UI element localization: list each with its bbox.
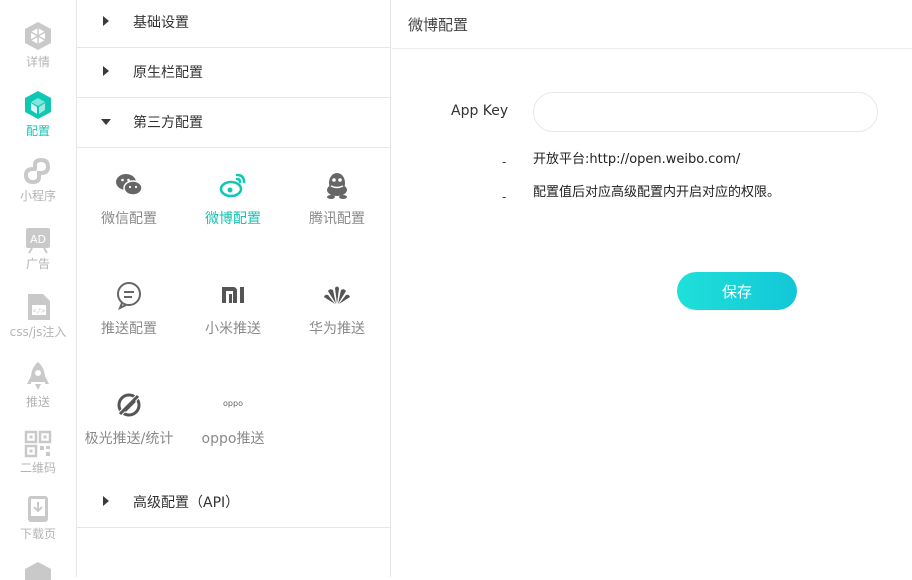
grid-item-label: 腾讯配置 <box>309 211 365 227</box>
app-key-label: App Key <box>451 103 509 119</box>
cube-solid-icon <box>25 91 51 119</box>
app-key-input[interactable] <box>533 92 878 132</box>
rail-item-label: 推送 <box>25 395 50 409</box>
section-label: 原生栏配置 <box>133 65 203 81</box>
hint-bullet: - <box>502 190 507 204</box>
section-third-party[interactable]: 第三方配置 <box>77 98 390 148</box>
rocket-icon <box>27 362 49 390</box>
oppo-logo-text: oppo <box>223 399 243 408</box>
rail-item-config[interactable]: 配置 <box>0 89 76 139</box>
rail-item-label: 详情 <box>25 55 50 69</box>
rail-item-download[interactable]: 下载页 <box>0 494 76 542</box>
grid-item-label: oppo推送 <box>201 431 265 447</box>
platform-hint: 开放平台:http://open.weibo.com/ <box>533 152 741 167</box>
miniapp-icon <box>23 157 51 184</box>
grid-item-oppo[interactable]: oppo oppo推送 <box>181 390 285 448</box>
grid-item-label: 极光推送/统计 <box>84 431 174 447</box>
rail-item-label: css/js注入 <box>9 325 67 339</box>
rail-item-ad[interactable]: AD 广告 <box>0 224 76 272</box>
code-file-icon: </> <box>28 294 50 320</box>
title-divider <box>392 48 912 49</box>
xiaomi-icon <box>222 287 244 303</box>
caret-right-icon <box>103 66 109 76</box>
grid-item-xiaomi[interactable]: 小米推送 <box>181 280 285 338</box>
grid-item-huawei[interactable]: 华为推送 <box>285 280 389 338</box>
cube-outline-icon <box>25 562 51 580</box>
grid-item-label: 小米推送 <box>205 321 261 337</box>
icon-rail: 详情 配置 小程序 AD 广告 </> css/js注入 推送 二维码 下载页 <box>0 0 77 580</box>
config-menu-panel: 基础设置 原生栏配置 第三方配置 微信配置 微博配置 腾讯配置 推送配置 小米推… <box>77 0 391 577</box>
oppo-icon: oppo <box>223 399 243 408</box>
huawei-icon <box>324 286 350 304</box>
wechat-icon <box>116 174 143 196</box>
hint-bullet: - <box>502 155 507 169</box>
section-label: 高级配置（API） <box>133 495 240 511</box>
svg-text:</>: </> <box>33 307 46 315</box>
section-basic-settings[interactable]: 基础设置 <box>77 0 390 48</box>
chat-bubble-icon <box>117 282 141 310</box>
rail-item-label: 配置 <box>25 124 50 138</box>
save-button[interactable]: 保存 <box>677 272 797 310</box>
caret-right-icon <box>103 496 109 506</box>
ad-icon: AD <box>26 228 50 254</box>
grid-item-label: 微博配置 <box>205 211 261 227</box>
grid-item-label: 微信配置 <box>101 211 157 227</box>
grid-item-qq[interactable]: 腾讯配置 <box>285 170 389 228</box>
grid-item-label: 华为推送 <box>309 321 365 337</box>
jpush-icon <box>117 393 141 417</box>
section-native-bar[interactable]: 原生栏配置 <box>77 48 390 98</box>
grid-item-weibo[interactable]: 微博配置 <box>181 170 285 228</box>
section-advanced-api[interactable]: 高级配置（API） <box>77 478 390 528</box>
download-page-icon <box>28 496 48 522</box>
grid-item-label: 推送配置 <box>101 321 157 337</box>
rail-item-label: 下载页 <box>19 527 56 541</box>
section-label: 基础设置 <box>133 15 189 31</box>
rail-item-more[interactable] <box>0 560 76 580</box>
grid-item-push-config[interactable]: 推送配置 <box>77 280 181 338</box>
rail-item-label: 小程序 <box>19 189 56 203</box>
weibo-config-form: 微博配置 App Key - 开放平台:http://open.weibo.co… <box>392 0 912 577</box>
rail-item-label: 二维码 <box>19 461 56 475</box>
rail-item-label: 广告 <box>25 257 50 271</box>
section-label: 第三方配置 <box>133 115 203 131</box>
page-title: 微博配置 <box>408 16 469 34</box>
rail-item-details[interactable]: 详情 <box>0 20 76 70</box>
qq-icon <box>327 173 347 199</box>
grid-item-wechat[interactable]: 微信配置 <box>77 170 181 228</box>
svg-text:AD: AD <box>30 233 46 246</box>
caret-down-icon <box>101 119 111 125</box>
qrcode-icon <box>24 430 52 458</box>
weibo-icon <box>219 173 246 198</box>
caret-right-icon <box>103 16 109 26</box>
permission-hint: 配置值后对应高级配置内开启对应的权限。 <box>533 185 781 200</box>
cube-outline-icon <box>25 22 51 50</box>
rail-item-miniapp[interactable]: 小程序 <box>0 156 76 204</box>
rail-item-inject[interactable]: </> css/js注入 <box>0 292 76 340</box>
rail-item-push[interactable]: 推送 <box>0 360 76 410</box>
grid-item-jpush[interactable]: 极光推送/统计 <box>77 390 181 448</box>
rail-item-qrcode[interactable]: 二维码 <box>0 430 76 476</box>
